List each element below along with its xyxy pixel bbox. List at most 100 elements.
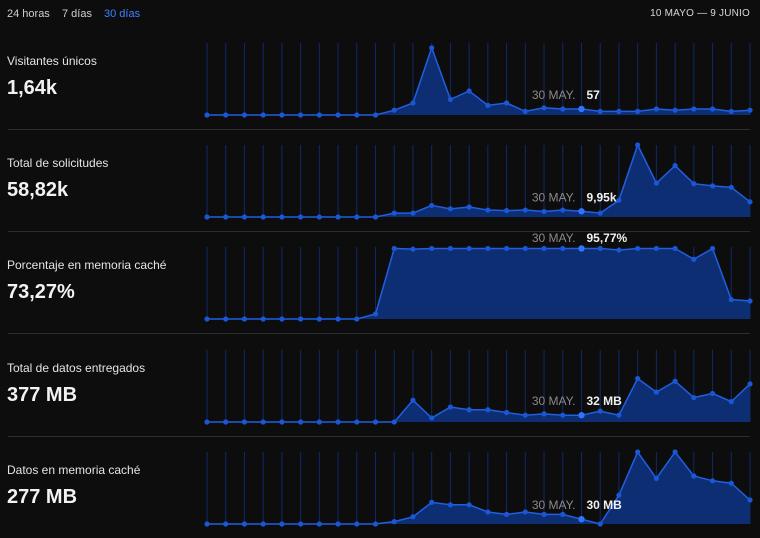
data-point[interactable] xyxy=(635,375,641,382)
data-point[interactable] xyxy=(241,521,248,527)
data-point[interactable] xyxy=(541,245,547,252)
data-point[interactable] xyxy=(204,214,210,220)
data-point[interactable] xyxy=(672,163,678,169)
data-point[interactable] xyxy=(354,112,360,118)
data-point[interactable] xyxy=(653,245,659,252)
data-point[interactable] xyxy=(372,112,379,118)
tab-30-days[interactable]: 30 días xyxy=(104,8,140,20)
data-point[interactable] xyxy=(616,108,622,114)
data-point[interactable] xyxy=(447,502,454,508)
data-point[interactable] xyxy=(635,142,641,148)
tab-7-days[interactable]: 7 días xyxy=(62,8,92,20)
data-point[interactable] xyxy=(522,245,528,252)
data-point[interactable] xyxy=(372,419,379,425)
data-point[interactable] xyxy=(503,208,510,214)
data-point[interactable] xyxy=(485,245,491,252)
data-point[interactable] xyxy=(241,112,248,118)
data-point[interactable] xyxy=(747,107,753,113)
data-point[interactable] xyxy=(709,478,716,484)
data-point[interactable] xyxy=(335,316,341,322)
data-point[interactable] xyxy=(260,521,266,527)
data-point[interactable] xyxy=(335,112,341,118)
data-point[interactable] xyxy=(728,296,734,303)
data-point[interactable] xyxy=(485,207,491,213)
data-point[interactable] xyxy=(429,45,435,51)
data-point[interactable] xyxy=(503,100,510,106)
data-point[interactable] xyxy=(522,412,528,418)
data-point[interactable] xyxy=(316,419,322,425)
data-point[interactable] xyxy=(223,214,229,220)
data-point[interactable] xyxy=(410,246,416,252)
data-point[interactable] xyxy=(709,390,716,397)
data-point[interactable] xyxy=(298,112,304,118)
data-point[interactable] xyxy=(335,419,341,425)
data-point[interactable] xyxy=(466,245,472,252)
data-point[interactable] xyxy=(447,245,454,252)
data-point[interactable] xyxy=(223,316,229,322)
data-point[interactable] xyxy=(260,214,266,220)
data-point[interactable] xyxy=(223,521,229,527)
data-point[interactable] xyxy=(429,245,435,252)
data-point[interactable] xyxy=(223,419,229,425)
data-point[interactable] xyxy=(279,521,285,527)
data-point[interactable] xyxy=(597,521,603,527)
data-point[interactable] xyxy=(635,449,641,455)
data-point[interactable] xyxy=(691,256,697,262)
data-point[interactable] xyxy=(204,521,210,527)
data-point[interactable] xyxy=(635,245,641,252)
data-point[interactable] xyxy=(747,199,753,205)
data-point[interactable] xyxy=(691,473,697,479)
data-point[interactable] xyxy=(204,316,210,322)
highlighted-data-point[interactable] xyxy=(578,105,585,113)
data-point[interactable] xyxy=(522,108,528,114)
data-point[interactable] xyxy=(354,214,360,220)
metric-chart[interactable]: 30 MAY. 32 MB xyxy=(0,335,760,435)
data-point[interactable] xyxy=(429,202,435,209)
data-point[interactable] xyxy=(541,208,547,215)
data-point[interactable] xyxy=(298,521,304,527)
data-point[interactable] xyxy=(541,105,547,111)
data-point[interactable] xyxy=(597,408,603,414)
data-point[interactable] xyxy=(616,197,622,203)
data-point[interactable] xyxy=(728,108,734,114)
data-point[interactable] xyxy=(391,107,397,113)
data-point[interactable] xyxy=(279,419,285,425)
data-point[interactable] xyxy=(298,419,304,425)
data-point[interactable] xyxy=(391,519,397,525)
data-point[interactable] xyxy=(709,183,716,189)
data-point[interactable] xyxy=(223,112,229,118)
data-point[interactable] xyxy=(316,316,322,322)
data-point[interactable] xyxy=(709,245,716,252)
tab-24-hours[interactable]: 24 horas xyxy=(7,8,50,20)
highlighted-data-point[interactable] xyxy=(578,245,585,252)
data-point[interactable] xyxy=(560,207,566,213)
data-point[interactable] xyxy=(391,419,397,425)
data-point[interactable] xyxy=(260,419,266,425)
data-point[interactable] xyxy=(298,316,304,322)
data-point[interactable] xyxy=(728,480,734,486)
data-point[interactable] xyxy=(616,492,622,498)
data-point[interactable] xyxy=(391,245,397,252)
data-point[interactable] xyxy=(316,112,322,118)
data-point[interactable] xyxy=(709,106,716,112)
data-point[interactable] xyxy=(653,389,659,395)
data-point[interactable] xyxy=(616,412,622,418)
data-point[interactable] xyxy=(204,419,210,425)
data-point[interactable] xyxy=(260,112,266,118)
data-point[interactable] xyxy=(279,316,285,322)
data-point[interactable] xyxy=(503,511,510,517)
data-point[interactable] xyxy=(335,521,341,527)
data-point[interactable] xyxy=(672,107,678,113)
data-point[interactable] xyxy=(316,214,322,220)
highlighted-data-point[interactable] xyxy=(578,208,585,215)
data-point[interactable] xyxy=(279,214,285,220)
data-point[interactable] xyxy=(560,412,566,418)
data-point[interactable] xyxy=(672,245,678,252)
data-point[interactable] xyxy=(279,112,285,118)
data-point[interactable] xyxy=(653,106,659,112)
data-point[interactable] xyxy=(616,247,622,253)
data-point[interactable] xyxy=(653,475,659,481)
data-point[interactable] xyxy=(372,311,379,317)
data-point[interactable] xyxy=(410,514,416,520)
data-point[interactable] xyxy=(354,521,360,527)
